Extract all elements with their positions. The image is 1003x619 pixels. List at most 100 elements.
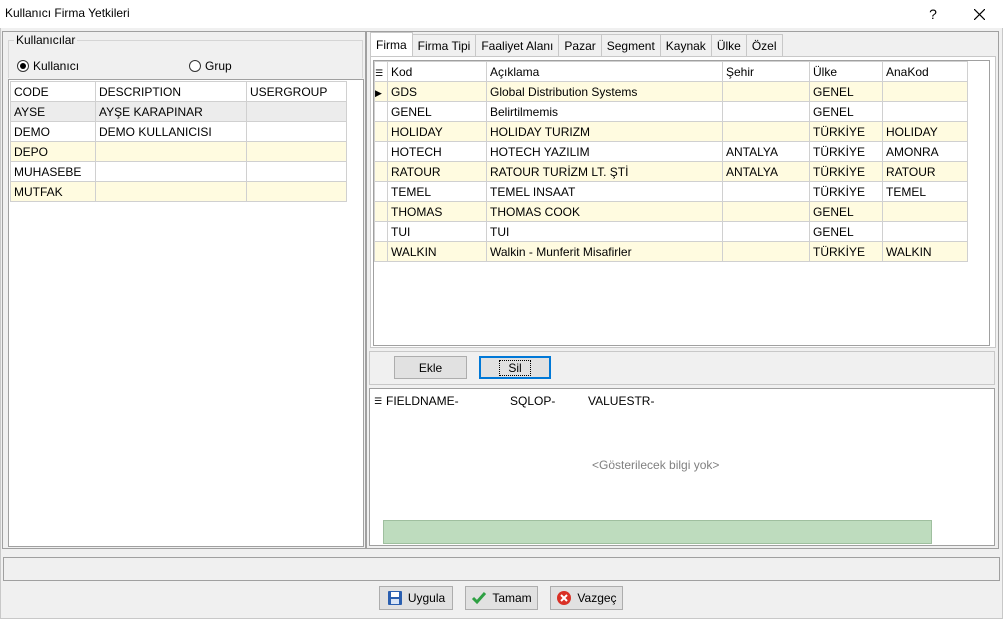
table-row[interactable]: HOLIDAY HOLIDAY TURIZM TÜRKİYE HOLIDAY <box>374 121 968 142</box>
close-button[interactable] <box>956 0 1002 28</box>
radio-unchecked-icon <box>189 60 201 72</box>
radio-group[interactable]: Grup <box>189 59 232 73</box>
users-header-row: CODE DESCRIPTION USERGROUP <box>10 81 347 102</box>
cell-aciklama: RATOUR TURİZM LT. ŞTİ <box>486 161 723 182</box>
table-row[interactable]: MUTFAK <box>10 181 347 202</box>
tab-segment[interactable]: Segment <box>600 34 661 56</box>
row-indicator: ▶ <box>374 81 388 102</box>
col-sqlop[interactable]: SQLOP- <box>510 394 588 408</box>
cell-usergroup <box>246 121 347 142</box>
tab-kaynak[interactable]: Kaynak <box>659 34 712 56</box>
cell-aciklama: Walkin - Munferit Misafirler <box>486 241 723 262</box>
cell-anakod: HOLIDAY <box>882 121 968 142</box>
cell-kod: RATOUR <box>387 161 487 182</box>
column-chooser-icon[interactable]: ☰ <box>372 396 384 407</box>
col-aciklama[interactable]: Açıklama <box>486 61 723 82</box>
row-indicator <box>374 201 388 222</box>
column-chooser-icon: ☰ <box>375 67 384 78</box>
cell-code: AYSE <box>10 101 96 122</box>
cell-kod: TUI <box>387 221 487 242</box>
tab-ozel[interactable]: Özel <box>745 34 783 56</box>
cell-sehir <box>722 221 810 242</box>
table-row[interactable]: GENEL Belirtilmemis GENEL <box>374 101 968 122</box>
users-table: CODE DESCRIPTION USERGROUP AYSE AYŞE KAR… <box>10 81 347 202</box>
cell-ulke: GENEL <box>809 201 883 222</box>
cell-kod: GENEL <box>387 101 487 122</box>
empty-message: <Gösterilecek bilgi yok> <box>592 458 720 472</box>
cell-anakod: RATOUR <box>882 161 968 182</box>
cell-usergroup <box>246 161 347 182</box>
ok-button[interactable]: Tamam <box>465 586 538 610</box>
cell-ulke: TÜRKİYE <box>809 181 883 202</box>
cell-usergroup <box>246 181 347 202</box>
cell-sehir <box>722 181 810 202</box>
apply-button-label: Uygula <box>407 591 446 605</box>
cell-description <box>95 141 247 162</box>
col-code[interactable]: CODE <box>10 81 96 102</box>
row-indicator <box>374 101 388 122</box>
tab-faaliyet-alani[interactable]: Faaliyet Alanı <box>475 34 560 56</box>
close-icon <box>973 8 985 20</box>
cell-kod: WALKIN <box>387 241 487 262</box>
cell-ulke: TÜRKİYE <box>809 241 883 262</box>
table-row[interactable]: MUHASEBE <box>10 161 347 182</box>
cell-usergroup <box>246 101 347 122</box>
tab-ulke[interactable]: Ülke <box>710 34 747 56</box>
table-row[interactable]: TEMEL TEMEL INSAAT TÜRKİYE TEMEL <box>374 181 968 202</box>
tab-firma[interactable]: Firma <box>370 32 413 56</box>
current-row-icon: ▶ <box>375 87 382 98</box>
cell-aciklama: TUI <box>486 221 723 242</box>
filter-footer-band <box>383 520 932 544</box>
row-indicator <box>374 241 388 262</box>
cell-anakod <box>882 201 968 222</box>
title-bar <box>0 0 1003 28</box>
col-usergroup[interactable]: USERGROUP <box>246 81 347 102</box>
radio-user[interactable]: Kullanıcı <box>17 59 79 73</box>
cell-anakod <box>882 101 968 122</box>
cancel-icon <box>557 591 572 605</box>
table-row[interactable]: THOMAS THOMAS COOK GENEL <box>374 201 968 222</box>
cancel-button[interactable]: Vazgeç <box>550 586 623 610</box>
apply-button[interactable]: Uygula <box>379 586 453 610</box>
table-row[interactable]: HOTECH HOTECH YAZILIM ANTALYA TÜRKİYE AM… <box>374 141 968 162</box>
firma-grid[interactable]: ☰ Kod Açıklama Şehir Ülke AnaKod ▶ GDS G… <box>373 60 990 346</box>
col-description[interactable]: DESCRIPTION <box>95 81 247 102</box>
cell-aciklama: Belirtilmemis <box>486 101 723 122</box>
cell-description: AYŞE KARAPINAR <box>95 101 247 122</box>
table-row[interactable]: RATOUR RATOUR TURİZM LT. ŞTİ ANTALYA TÜR… <box>374 161 968 182</box>
users-grid[interactable]: CODE DESCRIPTION USERGROUP AYSE AYŞE KAR… <box>8 79 364 547</box>
table-row[interactable]: DEPO <box>10 141 347 162</box>
cell-sehir <box>722 201 810 222</box>
cell-kod: HOTECH <box>387 141 487 162</box>
cell-aciklama: HOLIDAY TURIZM <box>486 121 723 142</box>
help-button[interactable]: ? <box>910 0 956 28</box>
cancel-button-label: Vazgeç <box>577 591 617 605</box>
col-sehir[interactable]: Şehir <box>722 61 810 82</box>
cell-anakod: WALKIN <box>882 241 968 262</box>
table-row[interactable]: DEMO DEMO KULLANICISI <box>10 121 347 142</box>
table-row[interactable]: AYSE AYŞE KARAPINAR <box>10 101 347 122</box>
add-button[interactable]: Ekle <box>394 356 467 379</box>
cell-sehir <box>722 241 810 262</box>
row-indicator <box>374 121 388 142</box>
delete-button[interactable]: Sil <box>479 356 551 379</box>
column-chooser-button[interactable]: ☰ <box>374 61 388 82</box>
table-row[interactable]: ▶ GDS Global Distribution Systems GENEL <box>374 81 968 102</box>
tab-strip: Firma Firma Tipi Faaliyet Alanı Pazar Se… <box>370 32 783 56</box>
cell-code: MUTFAK <box>10 181 96 202</box>
cell-sehir <box>722 81 810 102</box>
cell-code: DEMO <box>10 121 96 142</box>
col-ulke[interactable]: Ülke <box>809 61 883 82</box>
tab-firma-tipi[interactable]: Firma Tipi <box>411 34 477 56</box>
table-row[interactable]: WALKIN Walkin - Munferit Misafirler TÜRK… <box>374 241 968 262</box>
col-anakod[interactable]: AnaKod <box>882 61 968 82</box>
users-legend: Kullanıcılar <box>14 33 78 47</box>
radio-user-label: Kullanıcı <box>33 59 80 73</box>
col-valuestr[interactable]: VALUESTR- <box>588 394 688 408</box>
col-kod[interactable]: Kod <box>387 61 487 82</box>
window-title: Kullanıcı Firma Yetkileri <box>5 6 130 20</box>
cell-description <box>95 181 247 202</box>
tab-pazar[interactable]: Pazar <box>558 34 602 56</box>
table-row[interactable]: TUI TUI GENEL <box>374 221 968 242</box>
col-fieldname[interactable]: FIELDNAME- <box>384 394 510 408</box>
